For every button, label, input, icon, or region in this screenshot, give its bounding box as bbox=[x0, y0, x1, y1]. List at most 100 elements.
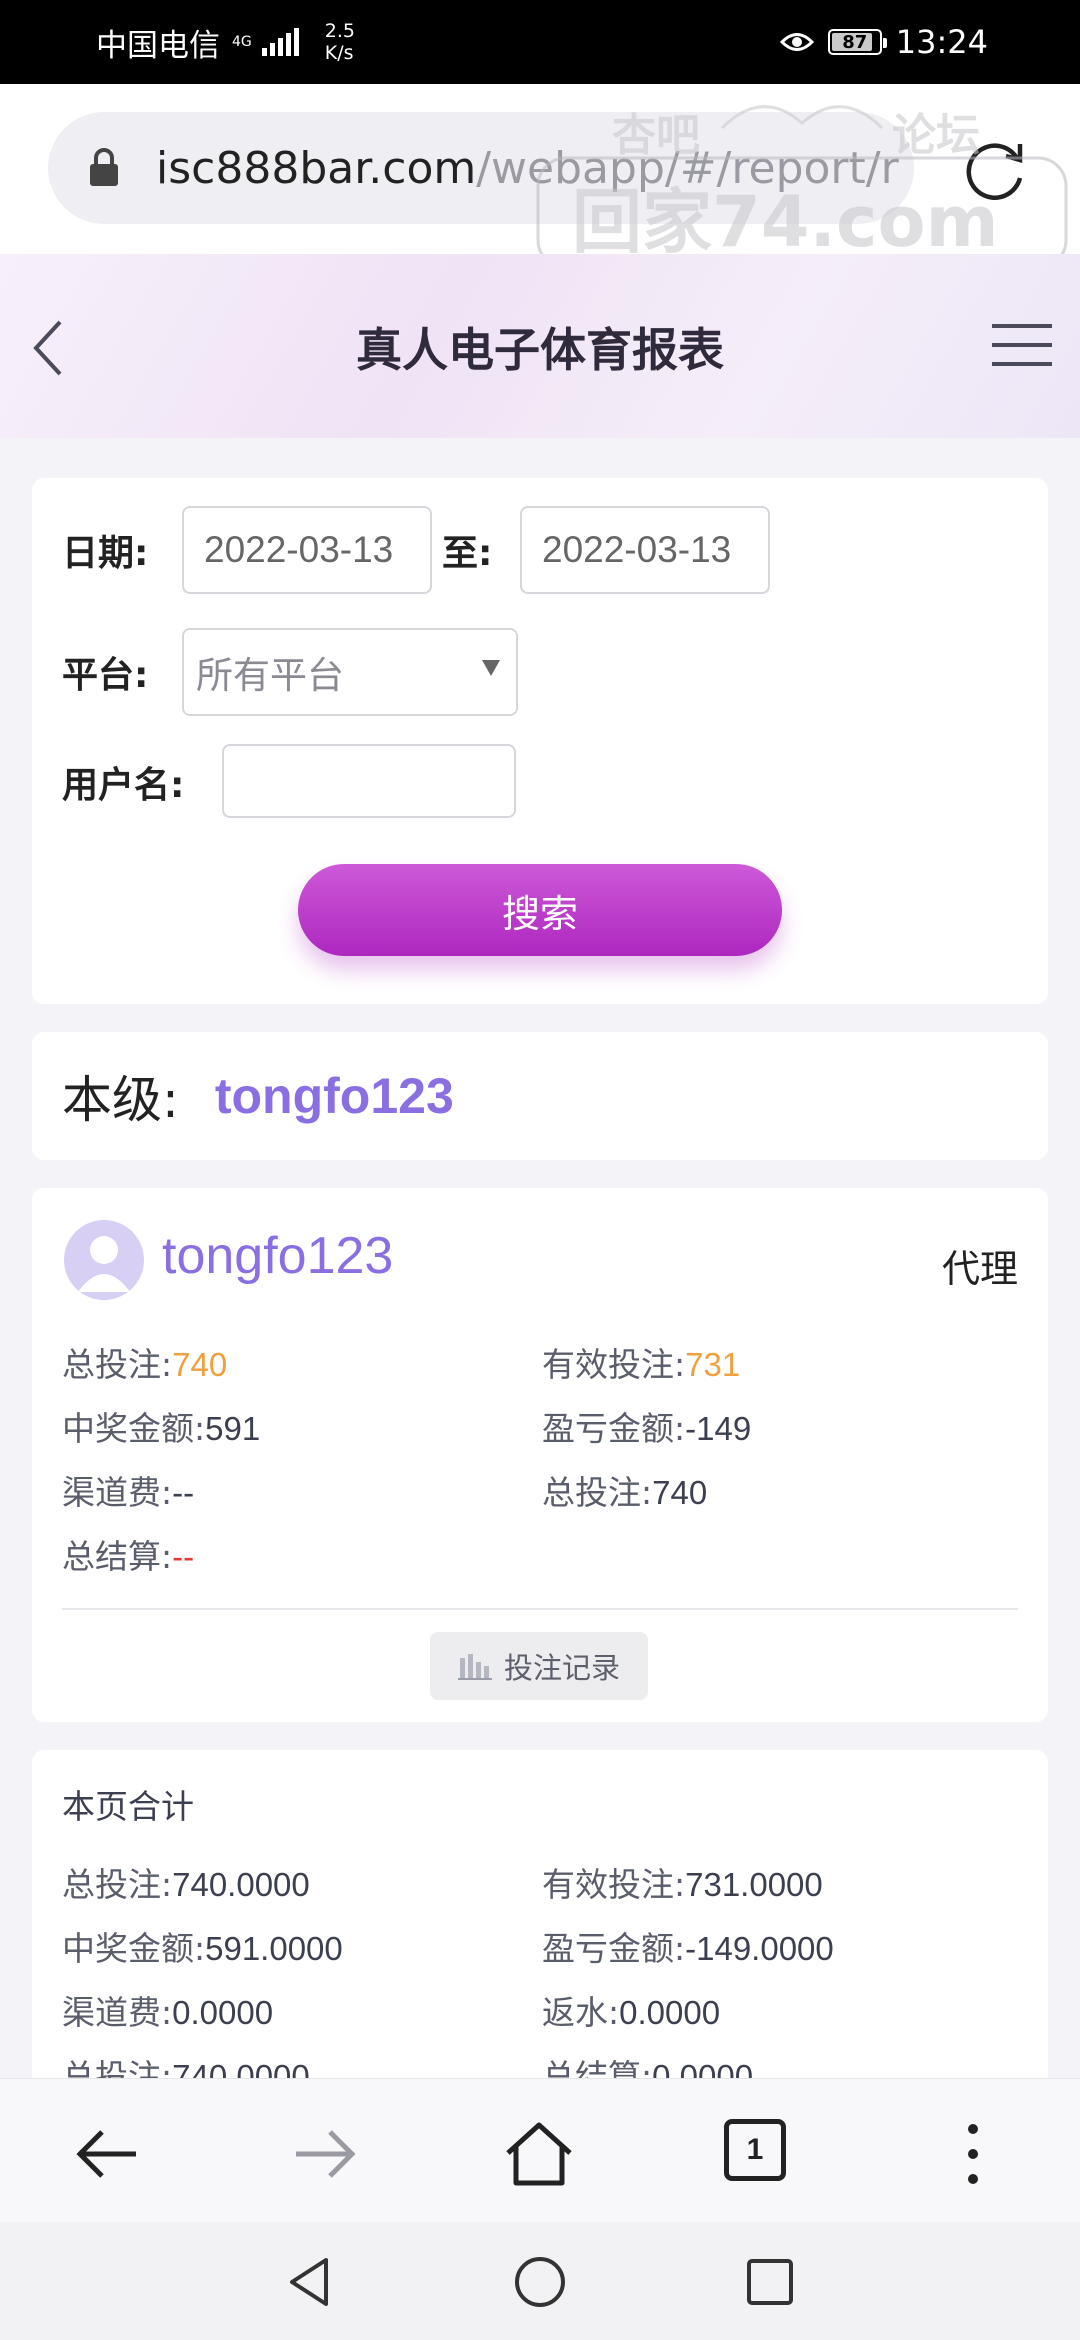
stat-label: 渠道费: bbox=[62, 1473, 173, 1512]
page-title: 真人电子体育报表 bbox=[356, 323, 724, 377]
signal-icon bbox=[261, 28, 299, 56]
network-speed: 2.5 K/s bbox=[325, 20, 355, 64]
stat-value: 591 bbox=[205, 1410, 261, 1447]
level-label: 本级: bbox=[62, 1071, 179, 1129]
url-host: isc888bar.com bbox=[156, 142, 477, 194]
more-vertical-icon[interactable] bbox=[938, 2119, 1008, 2189]
user-name: tongfo123 bbox=[162, 1227, 394, 1285]
stat-label: 盈亏金额: bbox=[542, 1929, 686, 1968]
bet-record-button[interactable]: 投注记录 bbox=[430, 1632, 648, 1700]
username-input[interactable] bbox=[222, 744, 516, 818]
page-total-title: 本页合计 bbox=[62, 1787, 194, 1826]
total-rebate: 返水:0.0000 bbox=[542, 1986, 720, 2034]
date-label: 日期: bbox=[62, 533, 149, 574]
reload-icon[interactable] bbox=[960, 136, 1030, 206]
stat-profit: 盈亏金额:-149 bbox=[542, 1402, 751, 1450]
network-type: 4G bbox=[232, 35, 252, 49]
total-win-amount: 中奖金额:591.0000 bbox=[62, 1922, 343, 1970]
stat-value: 0.0000 bbox=[619, 1994, 721, 2031]
battery-icon: 87 bbox=[827, 29, 887, 55]
total-profit: 盈亏金额:-149.0000 bbox=[542, 1922, 834, 1970]
platform-label: 平台: bbox=[62, 655, 149, 696]
stat-value: 740.0000 bbox=[172, 1866, 310, 1903]
browser-toolbar: isc888bar.com/webapp/#/report/r 杏吧 论坛 回家… bbox=[0, 84, 1080, 270]
url-path: /webapp/#/report/r bbox=[476, 142, 899, 194]
stat-value: 731 bbox=[685, 1346, 741, 1383]
date-from-input[interactable]: 2022-03-13 bbox=[182, 506, 432, 594]
stat-total-bet-2: 总投注:740 bbox=[542, 1466, 707, 1514]
search-button-label: 搜索 bbox=[501, 891, 578, 936]
level-username[interactable]: tongfo123 bbox=[215, 1067, 454, 1125]
stat-value: 591.0000 bbox=[205, 1930, 343, 1967]
stat-label: 总结算: bbox=[62, 1537, 173, 1576]
stat-value: 0.0000 bbox=[172, 1994, 274, 2031]
search-form: 日期: 2022-03-13 至: 2022-03-13 平台: 所有平台 用户… bbox=[32, 478, 1048, 1004]
recents-square-icon[interactable] bbox=[742, 2254, 798, 2310]
stat-win-amount: 中奖金额:591 bbox=[62, 1402, 260, 1450]
stat-value: -149 bbox=[685, 1410, 752, 1447]
address-bar[interactable]: isc888bar.com/webapp/#/report/r bbox=[48, 112, 914, 224]
battery-level: 87 bbox=[842, 31, 868, 53]
stat-label: 总投注: bbox=[62, 1345, 173, 1384]
stat-value: 740 bbox=[172, 1346, 228, 1383]
speed-value: 2.5 bbox=[324, 20, 355, 42]
stat-value: -- bbox=[172, 1474, 195, 1511]
home-icon[interactable] bbox=[504, 2119, 574, 2189]
avatar bbox=[64, 1220, 144, 1300]
divider bbox=[62, 1608, 1018, 1610]
bar-chart-icon bbox=[457, 1654, 492, 1680]
stat-label: 有效投注: bbox=[542, 1345, 686, 1384]
to-label: 至: bbox=[442, 533, 493, 574]
chevron-down-icon bbox=[482, 660, 500, 676]
arrow-left-icon[interactable] bbox=[72, 2119, 142, 2189]
system-navigation-bar bbox=[0, 2222, 1080, 2340]
stat-label: 总投注: bbox=[542, 1473, 653, 1512]
stat-total-bet: 总投注:740 bbox=[62, 1338, 227, 1386]
page-header: 真人电子体育报表 bbox=[0, 254, 1080, 438]
menu-icon[interactable] bbox=[992, 320, 1052, 370]
search-button[interactable]: 搜索 bbox=[298, 864, 782, 956]
user-report-card: tongfo123 代理 总投注:740 有效投注:731 中奖金额:591 盈… bbox=[32, 1188, 1048, 1722]
date-from-value: 2022-03-13 bbox=[204, 529, 394, 570]
date-to-value: 2022-03-13 bbox=[542, 529, 732, 570]
username-label: 用户名: bbox=[62, 765, 185, 806]
total-valid-bet: 有效投注:731.0000 bbox=[542, 1858, 823, 1906]
lock-icon bbox=[90, 148, 118, 186]
user-role: 代理 bbox=[941, 1247, 1018, 1291]
stat-label: 返水: bbox=[542, 1993, 620, 2032]
stat-label: 有效投注: bbox=[542, 1865, 686, 1904]
total-total-bet: 总投注:740.0000 bbox=[62, 1858, 310, 1906]
clock: 13:24 bbox=[895, 23, 988, 61]
speed-unit: K/s bbox=[324, 42, 354, 64]
stat-settlement: 总结算:-- bbox=[62, 1530, 194, 1578]
status-bar: 中国电信 4G 2.5 K/s 87 13:24 bbox=[0, 0, 1080, 84]
stat-label: 总投注: bbox=[62, 1865, 173, 1904]
stat-valid-bet: 有效投注:731 bbox=[542, 1338, 740, 1386]
stat-label: 渠道费: bbox=[62, 1993, 173, 2032]
platform-select[interactable]: 所有平台 bbox=[182, 628, 518, 716]
back-triangle-icon[interactable] bbox=[282, 2254, 338, 2310]
stat-value: -- bbox=[172, 1538, 195, 1575]
stat-label: 中奖金额: bbox=[62, 1409, 206, 1448]
stat-channel-fee: 渠道费:-- bbox=[62, 1466, 194, 1514]
browser-bottom-bar: 1 bbox=[0, 2078, 1080, 2222]
stat-value: 731.0000 bbox=[685, 1866, 823, 1903]
carrier-name: 中国电信 bbox=[96, 27, 220, 64]
url-text: isc888bar.com/webapp/#/report/r bbox=[156, 143, 899, 194]
total-channel-fee: 渠道费:0.0000 bbox=[62, 1986, 273, 2034]
platform-value: 所有平台 bbox=[196, 655, 344, 696]
eye-comfort-icon bbox=[779, 33, 814, 51]
stat-value: -149.0000 bbox=[685, 1930, 834, 1967]
stat-label: 中奖金额: bbox=[62, 1929, 206, 1968]
tabs-button[interactable]: 1 bbox=[724, 2119, 786, 2181]
home-circle-icon[interactable] bbox=[512, 2254, 568, 2310]
tabs-count: 1 bbox=[746, 2133, 764, 2166]
date-to-input[interactable]: 2022-03-13 bbox=[520, 506, 770, 594]
bet-record-label: 投注记录 bbox=[503, 1651, 620, 1685]
network-label: 4G bbox=[232, 34, 252, 50]
current-level-card: 本级: tongfo123 bbox=[32, 1032, 1048, 1160]
user-icon bbox=[78, 1236, 130, 1292]
arrow-right-icon[interactable] bbox=[290, 2119, 360, 2189]
stat-label: 盈亏金额: bbox=[542, 1409, 686, 1448]
stat-value: 740 bbox=[652, 1474, 708, 1511]
